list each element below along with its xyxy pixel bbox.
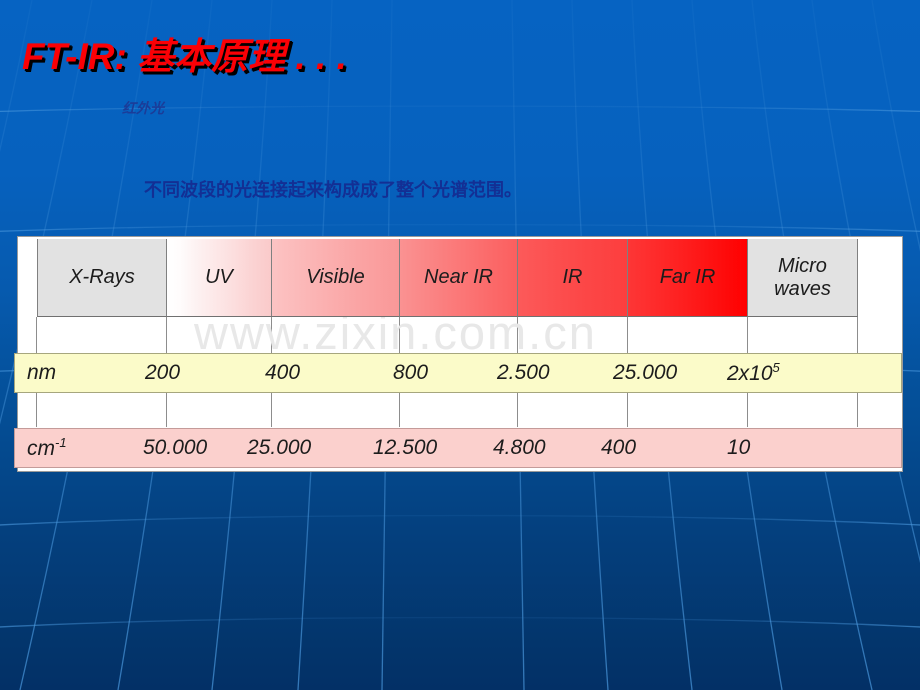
nm-value-mantissa: 2x10 (727, 362, 773, 385)
grid-cell (272, 391, 400, 427)
cm-value-25000: 25.000 (247, 436, 312, 459)
band-label: Visible (306, 265, 365, 288)
grid-cell (858, 391, 901, 427)
band-cell-uv: UV (167, 239, 272, 317)
wavenumber-cm-row: cm-1 50.000 25.000 12.500 4.800 400 10 (14, 428, 902, 468)
grid-cell (628, 391, 748, 427)
grid-cell (37, 391, 167, 427)
band-cell-x-rays: X-Rays (37, 239, 167, 317)
grid-cell (167, 391, 272, 427)
nm-value-800: 800 (393, 361, 429, 384)
wavelength-nm-row: nm 200 400 800 2.500 25.000 2x105 (14, 353, 902, 393)
grid-cell (748, 391, 858, 427)
grid-cell (37, 317, 167, 353)
band-cell-near-ir: Near IR (400, 239, 518, 317)
unit-label-cm-base: cm (27, 437, 55, 460)
grid-cell (17, 317, 37, 353)
spectrum-grid-row-lower (17, 391, 903, 427)
band-label: IR (562, 265, 583, 288)
grid-cell (400, 391, 518, 427)
grid-cell (748, 317, 858, 353)
slide-subtitle: 不同波段的光连接起来构成成了整个光谱范围。 (144, 180, 522, 200)
nm-value-2x10-5: 2x105 (727, 360, 780, 386)
unit-label-nm: nm (27, 361, 57, 384)
grid-cell (17, 391, 37, 427)
nm-value-2500: 2.500 (497, 361, 550, 384)
slide-title: FT-IR: 基本原理 . . . (22, 36, 347, 77)
slide-canvas: FT-IR: 基本原理 . . . 红外光 不同波段的光连接起来构成成了整个光谱… (0, 0, 920, 690)
unit-label-cm: cm-1 (27, 435, 67, 461)
band-cell-trailing-empty (858, 239, 881, 317)
unit-label-cm-exponent: -1 (55, 435, 67, 450)
band-cell-visible: Visible (272, 239, 400, 317)
spectrum-table: www.zixin.com.cn X-Rays UV Visible Near … (14, 233, 906, 475)
band-cell-micro-waves: Micro waves (748, 239, 858, 317)
cm-value-4800: 4.800 (493, 436, 546, 459)
cm-value-400: 400 (601, 436, 637, 459)
cm-value-50000: 50.000 (143, 436, 208, 459)
band-cell-ir: IR (518, 239, 628, 317)
band-label: Micro waves (774, 254, 831, 300)
nm-value-200: 200 (145, 361, 181, 384)
nm-value-exponent: 5 (772, 360, 780, 375)
band-cell-far-ir: Far IR (628, 239, 748, 317)
slide-caption: 红外光 (122, 100, 164, 116)
band-label: UV (205, 265, 233, 288)
grid-cell (628, 317, 748, 353)
cm-value-10: 10 (727, 436, 751, 459)
cm-value-12500: 12.500 (373, 436, 438, 459)
grid-cell (518, 391, 628, 427)
nm-value-400: 400 (265, 361, 301, 384)
band-label: X-Rays (69, 265, 135, 288)
grid-cell (858, 317, 901, 353)
nm-value-25000: 25.000 (613, 361, 678, 384)
band-label: Near IR (424, 265, 493, 288)
spectrum-band-header-row: X-Rays UV Visible Near IR IR Far IR Micr… (37, 239, 881, 317)
band-label: Far IR (659, 265, 716, 288)
